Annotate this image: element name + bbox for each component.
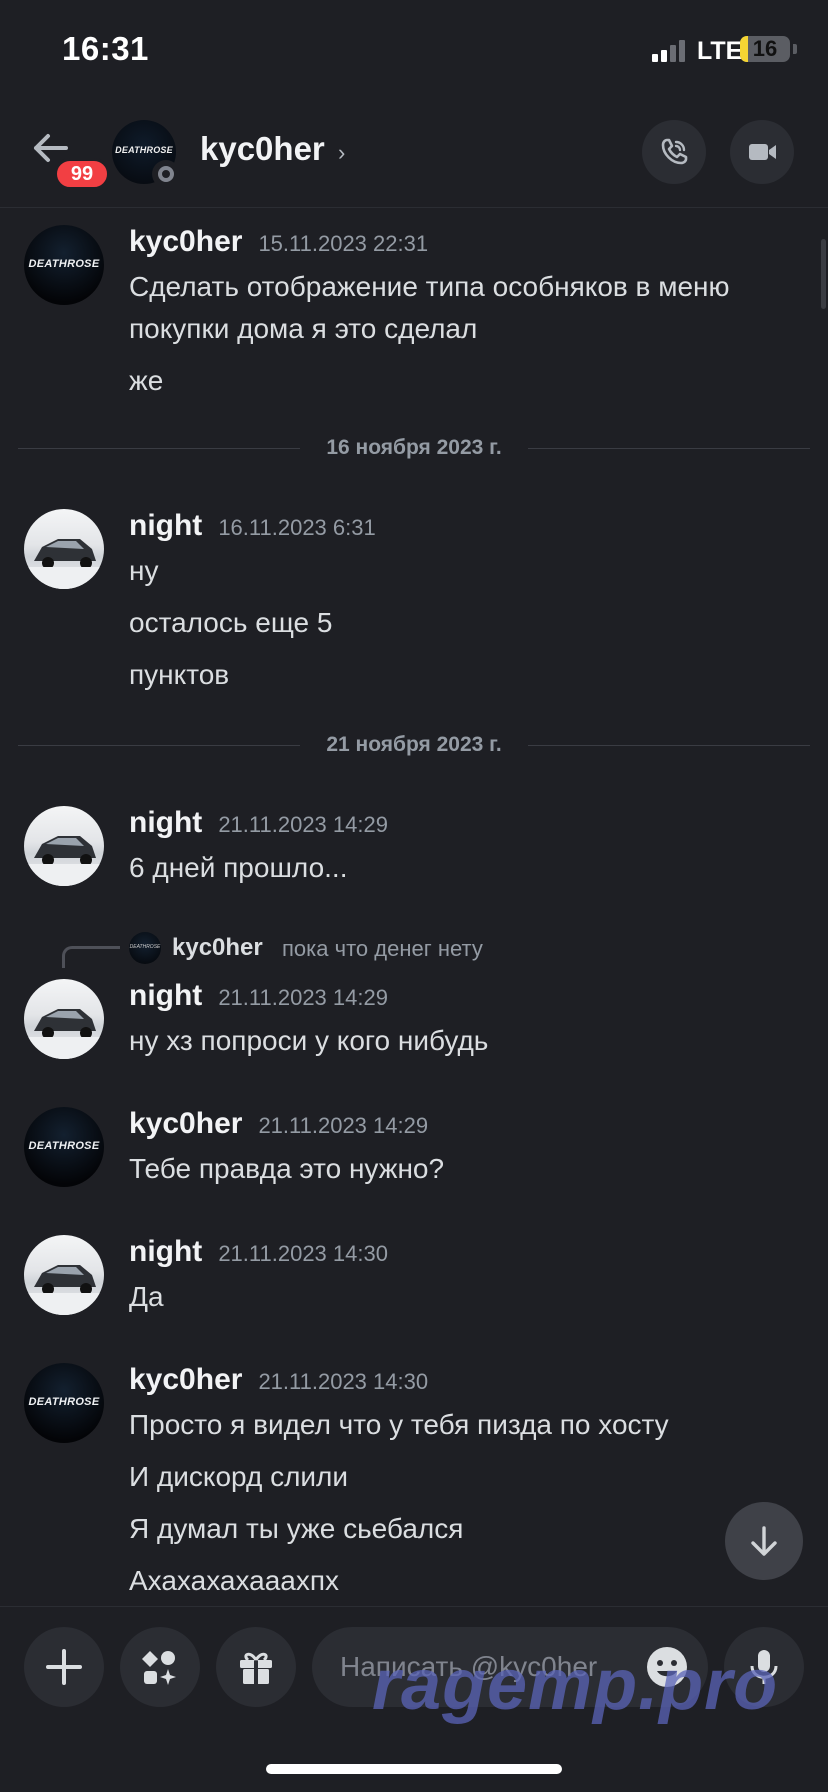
avatar[interactable] bbox=[24, 806, 104, 886]
avatar-logo: DEATHROSE bbox=[28, 1140, 100, 1152]
video-camera-icon bbox=[749, 144, 776, 160]
message-timestamp: 21.11.2023 14:29 bbox=[218, 812, 388, 837]
phone-icon bbox=[661, 138, 688, 165]
message-text: Да bbox=[129, 1281, 164, 1312]
message-text: И дискорд слили bbox=[129, 1461, 349, 1492]
voice-call-button[interactable] bbox=[642, 120, 706, 184]
message-text: пунктов bbox=[129, 659, 230, 690]
message-text: Сделать отображение типа особняков в мен… bbox=[129, 271, 730, 302]
message-text: ну bbox=[129, 555, 159, 586]
reply-avatar: DEATHROSE bbox=[129, 932, 161, 964]
status-bar: 16:31 LTE 16 bbox=[0, 0, 828, 100]
arrow-down-icon bbox=[751, 1526, 777, 1556]
message-author[interactable]: kyc0her bbox=[129, 225, 242, 258]
car-image bbox=[24, 1009, 104, 1059]
status-time: 16:31 bbox=[62, 30, 149, 67]
avatar-logo: DEATHROSE bbox=[28, 258, 100, 270]
message-list[interactable]: DEATHROSE kyc0her 15.11.2023 22:31 Сделат… bbox=[0, 209, 828, 1604]
reply-avatar-logo: DEATHROSE bbox=[129, 944, 161, 950]
network-type: LTE bbox=[697, 37, 743, 65]
message-text: Тебе правда это нужно? bbox=[129, 1153, 445, 1184]
apps-button[interactable] bbox=[120, 1627, 200, 1707]
message-timestamp: 21.11.2023 14:29 bbox=[258, 1113, 429, 1138]
video-call-button[interactable] bbox=[730, 120, 794, 184]
avatar-logo: DEATHROSE bbox=[28, 1396, 100, 1408]
avatar[interactable]: DEATHROSE bbox=[24, 225, 104, 305]
home-indicator[interactable] bbox=[266, 1764, 562, 1774]
date-divider: 16 ноября 2023 г. bbox=[18, 436, 810, 459]
message-text: Ахахахахааахпх bbox=[129, 1565, 340, 1596]
message-author[interactable]: night bbox=[129, 979, 202, 1012]
message-author[interactable]: night bbox=[129, 509, 202, 542]
date-divider: 21 ноября 2023 г. bbox=[18, 733, 810, 756]
signal-strength-icon bbox=[652, 38, 692, 62]
reply-connector bbox=[62, 946, 120, 968]
offline-status-icon bbox=[152, 160, 180, 188]
dm-username[interactable]: kyc0her bbox=[200, 130, 325, 168]
battery-level: 16 bbox=[752, 36, 778, 61]
battery-tip bbox=[793, 44, 797, 54]
reply-reference[interactable]: DEATHROSE kyc0her пока что денег нету bbox=[0, 926, 828, 968]
jump-to-latest-button[interactable] bbox=[725, 1502, 803, 1580]
attach-button[interactable] bbox=[24, 1627, 104, 1707]
message-author[interactable]: night bbox=[129, 1235, 202, 1268]
avatar[interactable] bbox=[24, 979, 104, 1059]
car-image bbox=[24, 539, 104, 589]
car-image bbox=[24, 1265, 104, 1315]
avatar[interactable]: DEATHROSE bbox=[24, 1107, 104, 1187]
message-text: Я думал ты уже сьебался bbox=[129, 1513, 464, 1544]
avatar-logo: DEATHROSE bbox=[115, 145, 173, 155]
scrollbar[interactable] bbox=[821, 239, 826, 309]
battery-icon: 16 bbox=[740, 36, 790, 62]
message-text: Просто я видел что у тебя пизда по хосту bbox=[129, 1409, 669, 1440]
reply-author: kyc0her bbox=[172, 934, 263, 961]
message-author[interactable]: kyc0her bbox=[129, 1363, 242, 1396]
message-timestamp: 15.11.2023 22:31 bbox=[258, 231, 429, 256]
message-author[interactable]: kyc0her bbox=[129, 1107, 242, 1140]
gift-icon bbox=[240, 1652, 272, 1684]
message-text: покупки дома я это сделал bbox=[129, 313, 478, 344]
apps-icon bbox=[142, 1651, 176, 1685]
message-timestamp: 16.11.2023 6:31 bbox=[218, 515, 376, 540]
reply-text: пока что денег нету bbox=[282, 936, 483, 961]
message-timestamp: 21.11.2023 14:29 bbox=[218, 985, 388, 1010]
watermark: ragemp.pro bbox=[372, 1645, 779, 1725]
gift-button[interactable] bbox=[216, 1627, 296, 1707]
message-timestamp: 21.11.2023 14:30 bbox=[218, 1241, 388, 1266]
car-image bbox=[24, 836, 104, 886]
avatar[interactable] bbox=[24, 1235, 104, 1315]
unread-badge: 99 bbox=[54, 158, 110, 190]
message-timestamp: 21.11.2023 14:30 bbox=[258, 1369, 429, 1394]
message-text: 6 дней прошло... bbox=[129, 852, 348, 883]
date-divider-label: 16 ноября 2023 г. bbox=[326, 436, 502, 459]
message-text: ну хз попроси у кого нибудь bbox=[129, 1025, 489, 1056]
avatar[interactable]: DEATHROSE bbox=[24, 1363, 104, 1443]
date-divider-label: 21 ноября 2023 г. bbox=[326, 733, 502, 756]
dm-header: 99 DEATHROSE kyc0her › bbox=[0, 100, 828, 208]
message-text: осталось еще 5 bbox=[129, 607, 333, 638]
plus-icon bbox=[46, 1649, 82, 1685]
message-text: же bbox=[129, 365, 164, 396]
chevron-right-icon[interactable]: › bbox=[338, 140, 345, 166]
avatar[interactable] bbox=[24, 509, 104, 589]
message-author[interactable]: night bbox=[129, 806, 202, 839]
